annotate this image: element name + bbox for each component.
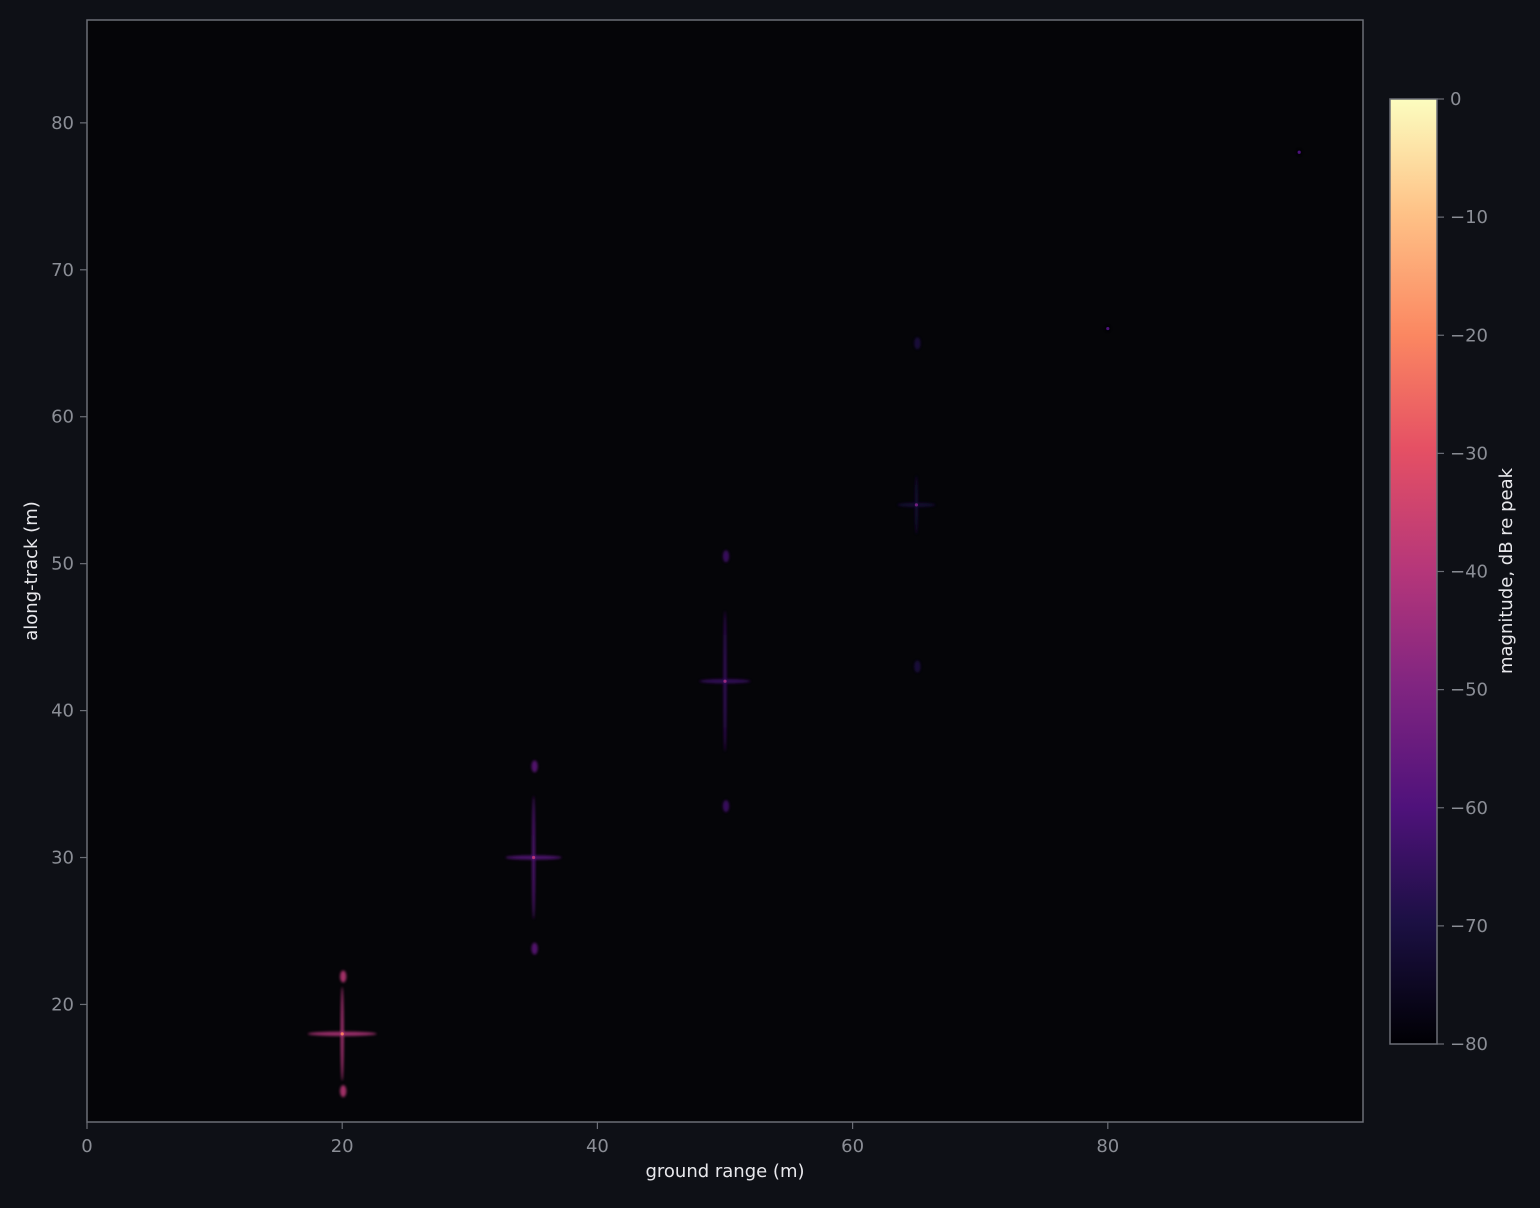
y-tick-label: 60 xyxy=(51,407,74,428)
x-tick-label: 20 xyxy=(331,1136,354,1157)
y-tick-label: 40 xyxy=(51,701,74,722)
x-tick-label: 80 xyxy=(1096,1136,1119,1157)
y-tick-label: 80 xyxy=(51,113,74,134)
grating-lobe xyxy=(722,800,730,813)
y-tick-label: 70 xyxy=(51,260,74,281)
colorbar-tick-label: −70 xyxy=(1450,916,1488,937)
colorbar-gradient xyxy=(1390,99,1437,1044)
grating-lobe xyxy=(340,1085,347,1098)
colorbar-tick-label: 0 xyxy=(1450,89,1461,110)
grating-lobe xyxy=(914,660,921,673)
y-tick-label: 50 xyxy=(51,554,74,575)
colorbar-tick-label: −80 xyxy=(1450,1034,1488,1055)
colorbar-tick-label: −40 xyxy=(1450,562,1488,583)
colorbar: 0 −10 −20 −30 −40 −50 −60 −70 −80 magnitude, dB … xyxy=(1389,89,1517,1055)
x-tick-label: 60 xyxy=(841,1136,864,1157)
target-peak xyxy=(1106,326,1110,331)
plot-area xyxy=(87,20,1363,1122)
target-peak xyxy=(340,1032,344,1036)
x-tick-label: 40 xyxy=(586,1136,609,1157)
colorbar-tick-label: −60 xyxy=(1450,798,1488,819)
colorbar-ticks: 0 −10 −20 −30 −40 −50 −60 −70 −80 xyxy=(1437,89,1488,1055)
x-axis: 0 20 40 60 80 xyxy=(81,1122,1119,1157)
x-tick-label: 0 xyxy=(81,1136,92,1157)
x-axis-label: ground range (m) xyxy=(645,1161,804,1182)
grating-lobe xyxy=(914,337,921,350)
target-peak xyxy=(914,503,919,507)
grating-lobe xyxy=(531,942,538,955)
colorbar-tick-label: −50 xyxy=(1450,680,1488,701)
y-axis-label: along-track (m) xyxy=(21,501,42,640)
grating-lobe xyxy=(531,760,538,773)
colorbar-tick-label: −20 xyxy=(1450,325,1488,346)
grating-lobe xyxy=(722,550,730,563)
colorbar-tick-label: −10 xyxy=(1450,207,1488,228)
grating-lobe xyxy=(340,970,347,983)
colorbar-label: magnitude, dB re peak xyxy=(1496,467,1517,674)
chart-figure: 0 20 40 60 80 20 30 40 50 60 70 80 ground range (m… xyxy=(0,0,1540,1204)
y-axis: 20 30 40 50 60 70 80 xyxy=(51,113,87,1015)
target-peak xyxy=(532,855,536,860)
heatmap-chart: 0 20 40 60 80 20 30 40 50 60 70 80 ground range (m… xyxy=(21,19,1517,1182)
colorbar-tick-label: −30 xyxy=(1450,443,1488,464)
target-peak xyxy=(1297,150,1301,154)
y-tick-label: 30 xyxy=(51,848,74,869)
y-tick-label: 20 xyxy=(51,994,74,1015)
target-peak xyxy=(723,679,727,683)
